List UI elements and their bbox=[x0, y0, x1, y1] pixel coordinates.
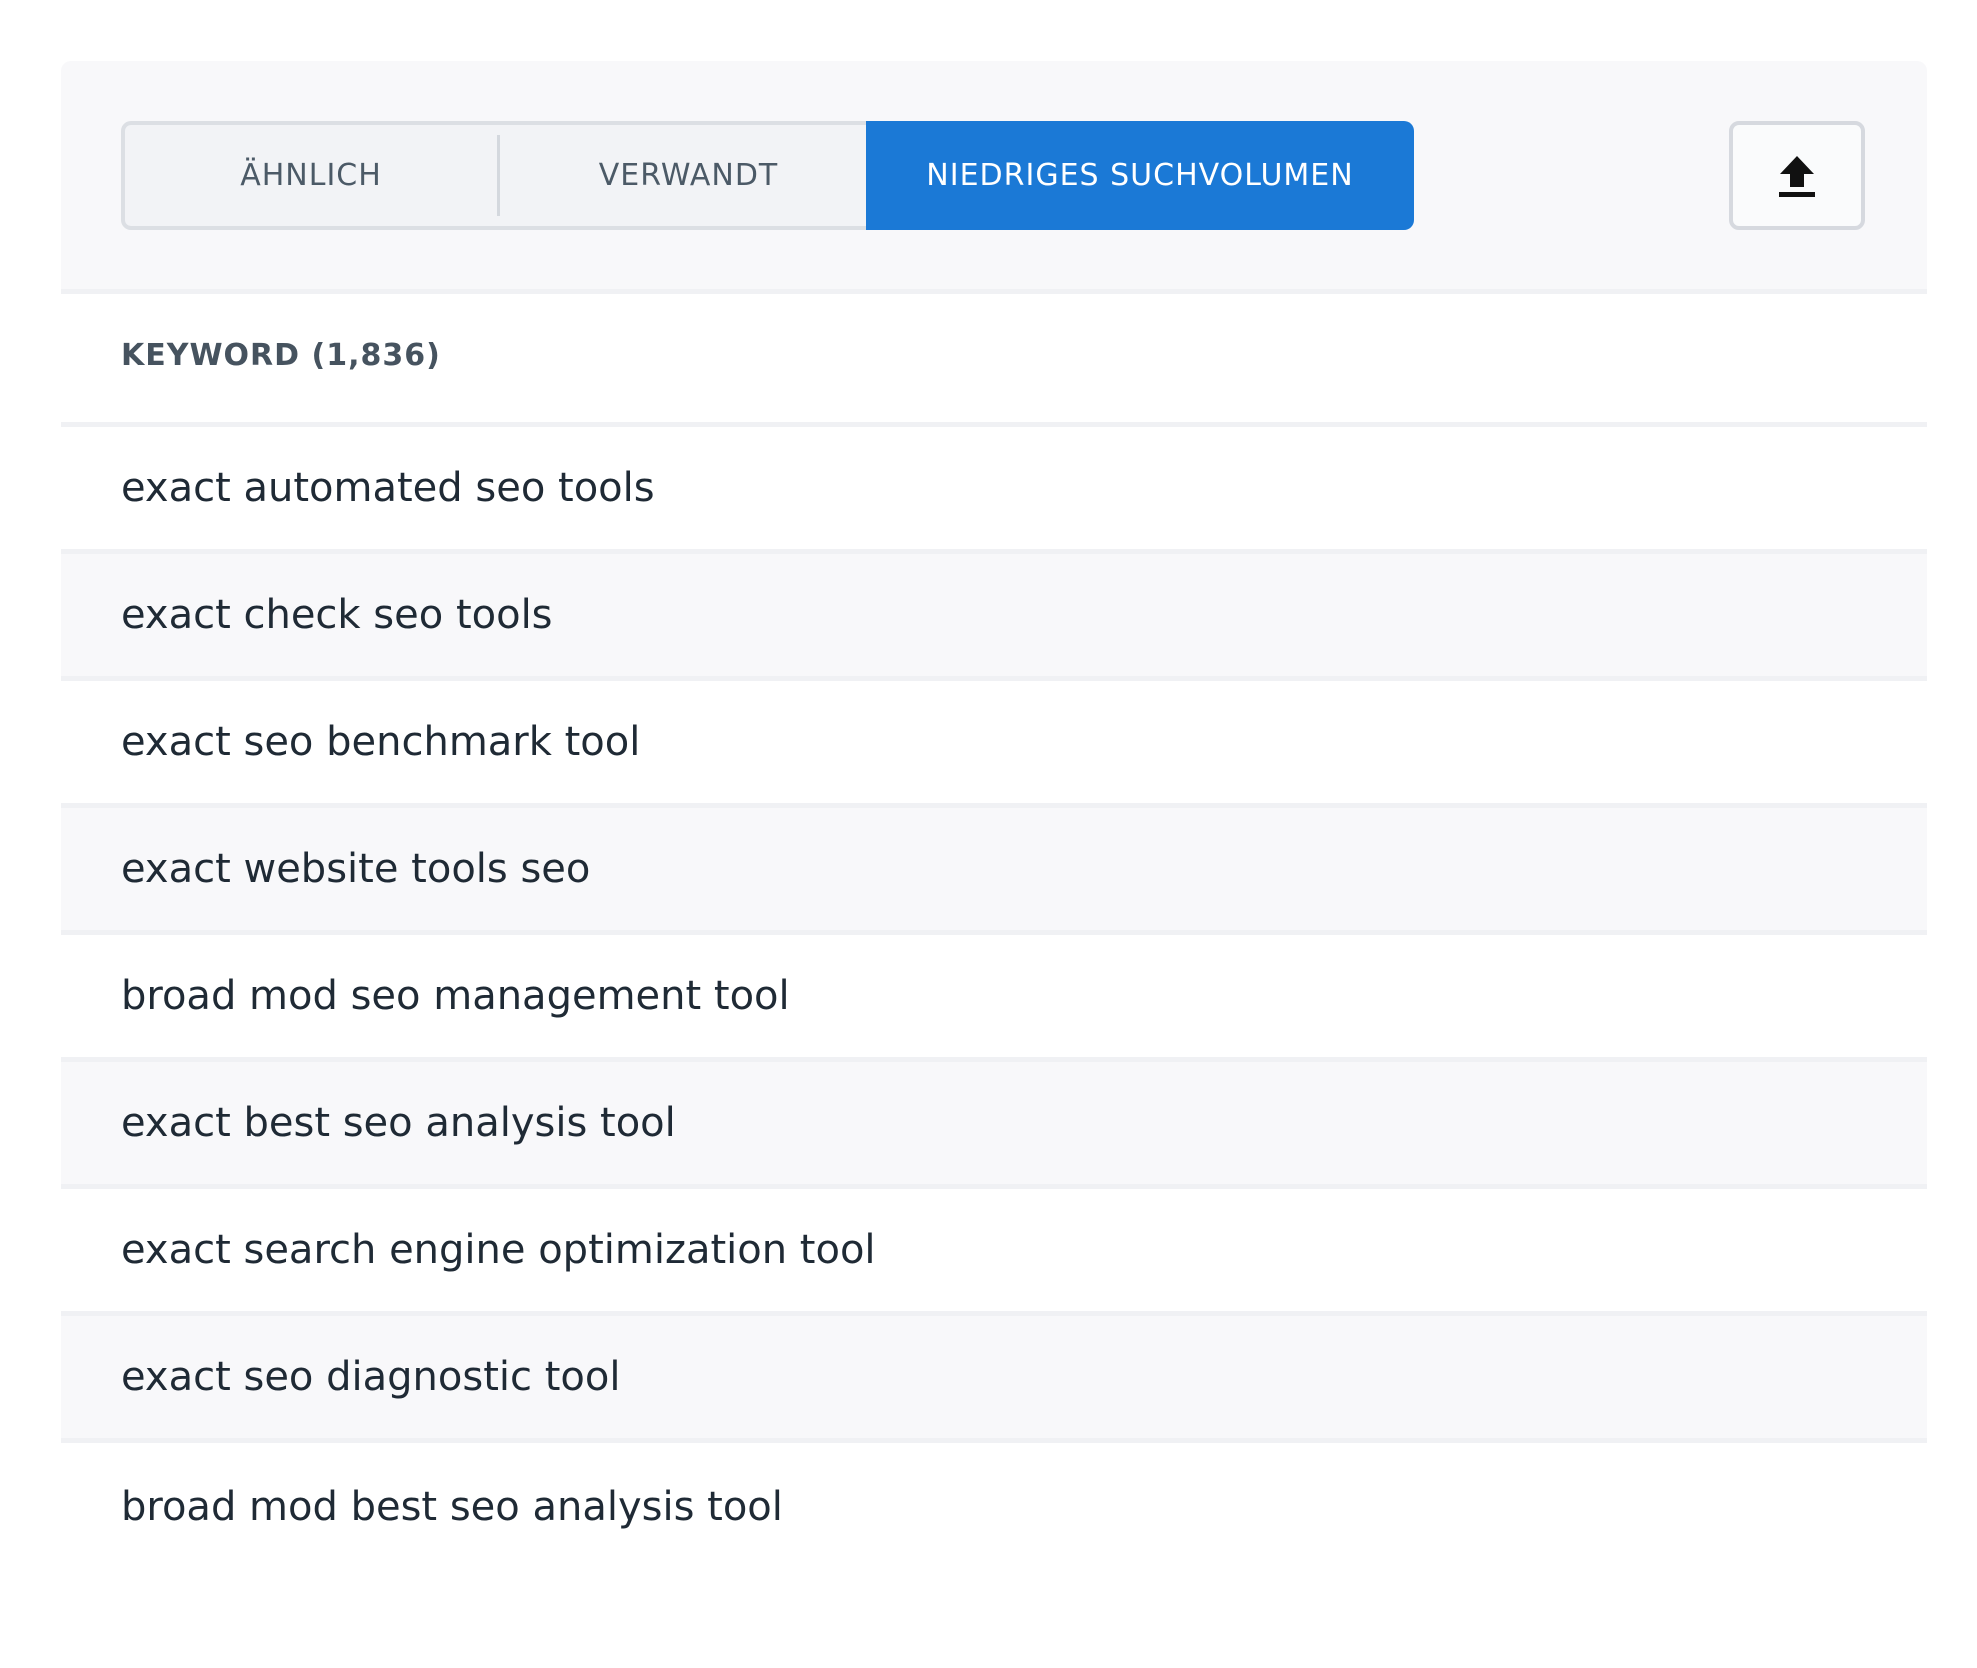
table-row[interactable]: exact automated seo tools bbox=[61, 427, 1927, 554]
table-row[interactable]: exact seo benchmark tool bbox=[61, 681, 1927, 808]
tab-similar[interactable]: ÄHNLICH bbox=[121, 121, 501, 230]
keyword-list: exact automated seo tools exact check se… bbox=[61, 427, 1927, 1570]
keyword-text: exact check seo tools bbox=[121, 592, 553, 638]
keyword-text: exact search engine optimization tool bbox=[121, 1227, 876, 1273]
upload-arrow-icon bbox=[1779, 155, 1815, 197]
keyword-text: broad mod seo management tool bbox=[121, 973, 790, 1019]
tab-related[interactable]: VERWANDT bbox=[501, 121, 876, 230]
table-row[interactable]: exact best seo analysis tool bbox=[61, 1062, 1927, 1189]
tab-group: ÄHNLICH VERWANDT bbox=[121, 121, 923, 230]
table-row[interactable]: exact check seo tools bbox=[61, 554, 1927, 681]
keyword-text: exact best seo analysis tool bbox=[121, 1100, 676, 1146]
table-row[interactable]: exact seo diagnostic tool bbox=[61, 1316, 1927, 1443]
keyword-text: exact automated seo tools bbox=[121, 465, 655, 511]
table-header: KEYWORD (1,836) bbox=[61, 294, 1927, 427]
keyword-text: broad mod best seo analysis tool bbox=[121, 1483, 783, 1530]
table-row[interactable]: broad mod seo management tool bbox=[61, 935, 1927, 1062]
keyword-panel: ÄHNLICH VERWANDT NIEDRIGES SUCHVOLUMEN K… bbox=[61, 61, 1927, 1589]
export-button[interactable] bbox=[1729, 121, 1865, 230]
table-row[interactable]: broad mod best seo analysis tool bbox=[61, 1443, 1927, 1570]
tab-divider bbox=[497, 135, 500, 216]
keyword-text: exact seo benchmark tool bbox=[121, 719, 641, 765]
table-row[interactable]: exact website tools seo bbox=[61, 808, 1927, 935]
table-row[interactable]: exact search engine optimization tool bbox=[61, 1189, 1927, 1316]
tab-low-search-volume[interactable]: NIEDRIGES SUCHVOLUMEN bbox=[866, 121, 1414, 230]
keyword-text: exact seo diagnostic tool bbox=[121, 1354, 621, 1400]
keyword-text: exact website tools seo bbox=[121, 846, 591, 892]
keyword-column-header[interactable]: KEYWORD (1,836) bbox=[121, 338, 441, 373]
toolbar: ÄHNLICH VERWANDT NIEDRIGES SUCHVOLUMEN bbox=[61, 61, 1927, 294]
